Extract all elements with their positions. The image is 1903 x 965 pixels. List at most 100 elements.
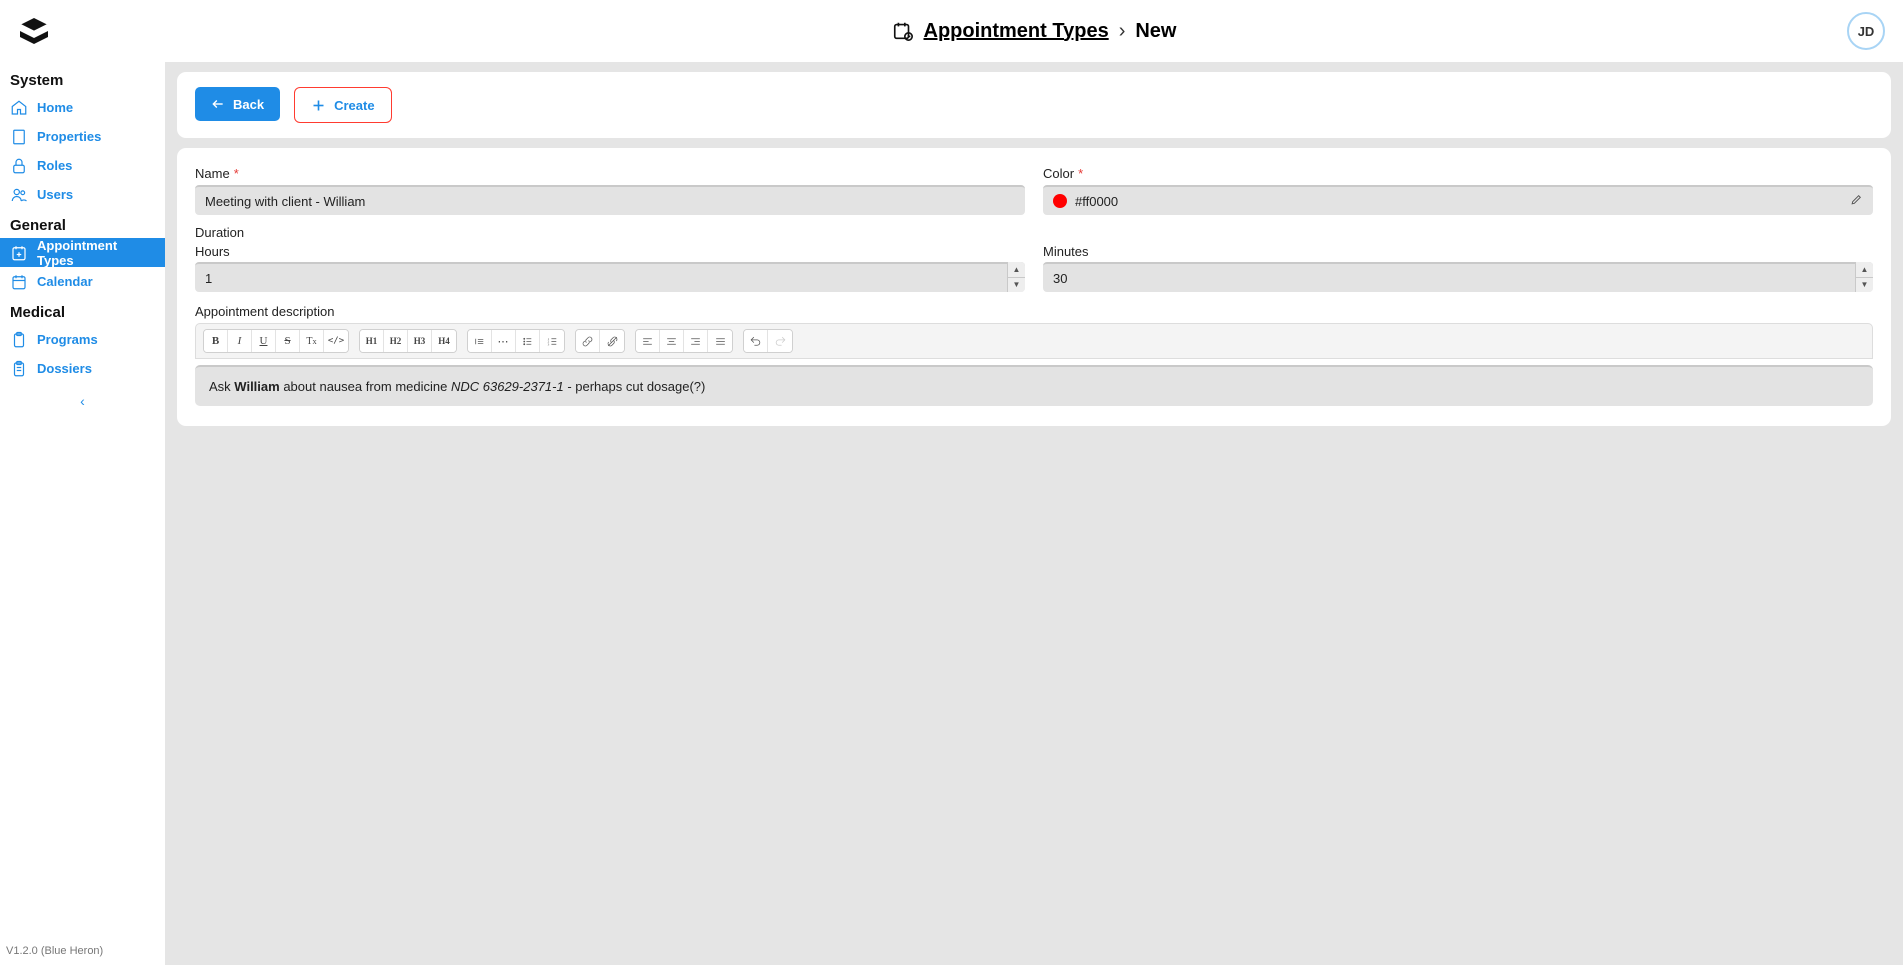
description-label: Appointment description: [195, 304, 1873, 319]
tb-align-justify[interactable]: [708, 330, 732, 352]
nav-item-appointment-types[interactable]: Appointment Types: [0, 238, 165, 267]
lock-icon: [10, 157, 28, 175]
calendar-icon: [10, 273, 28, 291]
color-swatch: [1053, 194, 1067, 208]
hours-label: Hours: [195, 244, 1025, 259]
clipboard-list-icon: [10, 360, 28, 378]
create-button[interactable]: Create: [297, 90, 388, 120]
tb-group-headings: H1 H2 H3 H4: [359, 329, 457, 353]
tb-underline[interactable]: U: [252, 330, 276, 352]
nav-label: Calendar: [37, 274, 93, 289]
breadcrumb-current: New: [1135, 20, 1176, 43]
tb-h4[interactable]: H4: [432, 330, 456, 352]
tb-unlink[interactable]: [600, 330, 624, 352]
nav-item-users[interactable]: Users: [0, 180, 165, 209]
breadcrumb-separator: ›: [1119, 20, 1126, 43]
tb-group-history: [743, 329, 793, 353]
tb-redo: [768, 330, 792, 352]
hours-spinner-down[interactable]: ▼: [1008, 278, 1025, 293]
home-icon: [10, 99, 28, 117]
nav-label: Properties: [37, 129, 101, 144]
section-title-system: System: [0, 64, 165, 93]
back-button[interactable]: Back: [195, 87, 280, 121]
action-toolbar: Back Create: [195, 87, 1873, 123]
nav-label: Users: [37, 187, 73, 202]
user-avatar[interactable]: JD: [1847, 12, 1885, 50]
tb-italic[interactable]: I: [228, 330, 252, 352]
nav-label: Home: [37, 100, 73, 115]
content: Back Create Name*: [165, 62, 1903, 965]
desc-text-5: - perhaps cut dosage(?): [564, 379, 706, 394]
name-input[interactable]: [195, 185, 1025, 215]
tb-group-links: [575, 329, 625, 353]
tb-code[interactable]: </>: [324, 330, 348, 352]
minutes-spinner-up[interactable]: ▲: [1856, 262, 1873, 278]
minutes-spinner-down[interactable]: ▼: [1856, 278, 1873, 293]
users-icon: [10, 186, 28, 204]
name-label: Name*: [195, 166, 1025, 181]
calendar-plus-icon: [10, 244, 28, 262]
tb-clear-format[interactable]: Tx: [300, 330, 324, 352]
nav-item-properties[interactable]: Properties: [0, 122, 165, 151]
nav-item-calendar[interactable]: Calendar: [0, 267, 165, 296]
color-hex-text: #ff0000: [1075, 194, 1118, 209]
section-title-medical: Medical: [0, 296, 165, 325]
arrow-left-icon: [211, 97, 225, 111]
main-area: Appointment Types › New JD Back Create: [165, 0, 1903, 965]
tb-strike[interactable]: S: [276, 330, 300, 352]
breadcrumb: Appointment Types › New: [892, 20, 1177, 43]
desc-text-italic: NDC 63629-2371-1: [451, 379, 564, 394]
section-title-general: General: [0, 209, 165, 238]
form-card: Name* Color* #ff0000 Duration: [177, 148, 1891, 426]
tb-align-left[interactable]: [636, 330, 660, 352]
tb-group-blocks: ⋯ 123: [467, 329, 565, 353]
tb-link[interactable]: [576, 330, 600, 352]
tb-quote[interactable]: [468, 330, 492, 352]
tb-h2[interactable]: H2: [384, 330, 408, 352]
tb-group-align: [635, 329, 733, 353]
version-label: V1.2.0 (Blue Heron): [6, 945, 103, 957]
plus-icon: [311, 98, 326, 113]
tb-align-right[interactable]: [684, 330, 708, 352]
tb-undo[interactable]: [744, 330, 768, 352]
app-logo: [16, 14, 52, 50]
desc-text-1: Ask: [209, 379, 234, 394]
pencil-icon[interactable]: [1850, 193, 1863, 209]
breadcrumb-link[interactable]: Appointment Types: [924, 20, 1109, 43]
hours-input[interactable]: [195, 262, 1025, 292]
description-editor[interactable]: Ask William about nausea from medicine N…: [195, 365, 1873, 406]
color-input[interactable]: #ff0000: [1043, 185, 1873, 215]
nav-item-dossiers[interactable]: Dossiers: [0, 354, 165, 383]
building-icon: [10, 128, 28, 146]
hours-spinner: ▲ ▼: [1007, 262, 1025, 292]
nav-item-programs[interactable]: Programs: [0, 325, 165, 354]
back-button-label: Back: [233, 97, 264, 112]
nav-label: Dossiers: [37, 361, 92, 376]
tb-ol[interactable]: 123: [540, 330, 564, 352]
tb-hr[interactable]: ⋯: [492, 330, 516, 352]
tb-h1[interactable]: H1: [360, 330, 384, 352]
calendar-settings-icon: [892, 20, 914, 42]
toolbar-card: Back Create: [177, 72, 1891, 138]
tb-h3[interactable]: H3: [408, 330, 432, 352]
nav-item-roles[interactable]: Roles: [0, 151, 165, 180]
editor-toolbar: B I U S Tx </> H1 H2 H3 H4: [195, 323, 1873, 359]
svg-text:3: 3: [547, 342, 549, 346]
desc-text-3: about nausea from medicine: [280, 379, 451, 394]
duration-label: Duration: [195, 225, 1873, 240]
clipboard-icon: [10, 331, 28, 349]
tb-align-center[interactable]: [660, 330, 684, 352]
tb-ul[interactable]: [516, 330, 540, 352]
tb-bold[interactable]: B: [204, 330, 228, 352]
minutes-label: Minutes: [1043, 244, 1873, 259]
minutes-input[interactable]: [1043, 262, 1873, 292]
color-label: Color*: [1043, 166, 1873, 181]
create-button-highlight: Create: [294, 87, 391, 123]
hours-spinner-up[interactable]: ▲: [1008, 262, 1025, 278]
sidebar-collapse-button[interactable]: ‹: [0, 383, 165, 419]
create-button-label: Create: [334, 98, 374, 113]
nav-label: Appointment Types: [37, 238, 155, 268]
desc-text-bold: William: [234, 379, 279, 394]
minutes-spinner: ▲ ▼: [1855, 262, 1873, 292]
nav-item-home[interactable]: Home: [0, 93, 165, 122]
